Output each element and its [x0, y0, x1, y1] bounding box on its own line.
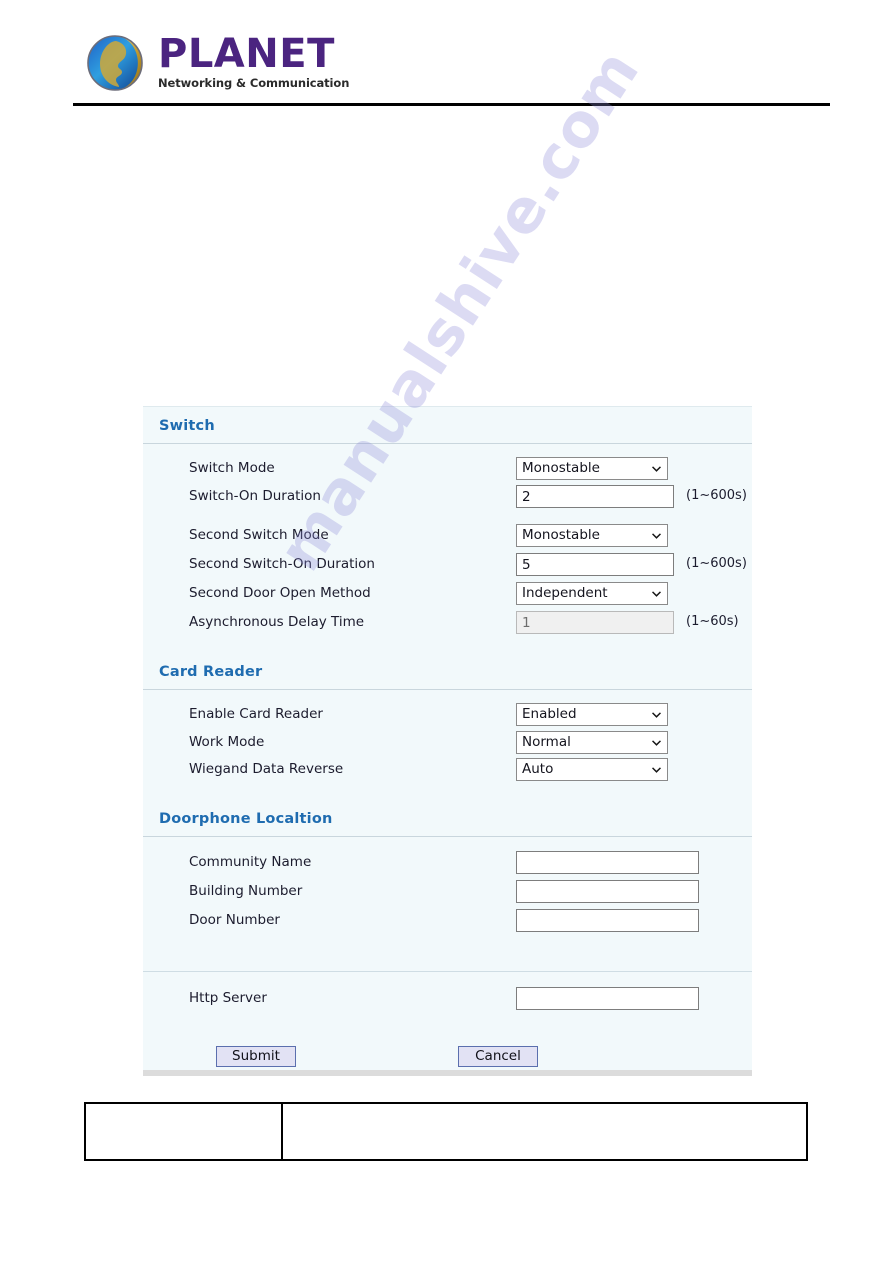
section-rule-card-reader	[143, 689, 752, 690]
brand-name: PLANET	[158, 31, 335, 77]
label-second-door-open-method: Second Door Open Method	[189, 585, 371, 601]
field-asynchronous-delay-time	[516, 611, 674, 634]
submit-button[interactable]: Submit	[216, 1046, 296, 1067]
input-switch-on-duration[interactable]	[516, 485, 674, 508]
bottom-table-divider	[281, 1104, 283, 1159]
row-switch-mode: Switch Mode Monostable	[143, 457, 752, 483]
field-switch-on-duration	[516, 485, 674, 508]
section-title-doorphone-location: Doorphone Localtion	[159, 811, 333, 827]
row-switch-on-duration: Switch-On Duration (1~600s)	[143, 485, 752, 511]
select-work-mode[interactable]: Normal	[516, 731, 668, 754]
section-title-card-reader: Card Reader	[159, 664, 263, 680]
input-asynchronous-delay-time	[516, 611, 674, 634]
field-switch-mode: Monostable	[516, 457, 668, 480]
switch-settings-panel: Switch Switch Mode Monostable Switch-On …	[143, 406, 752, 1076]
row-community-name: Community Name	[143, 851, 752, 877]
label-work-mode: Work Mode	[189, 734, 265, 750]
row-work-mode: Work Mode Normal	[143, 731, 752, 757]
cancel-button[interactable]: Cancel	[458, 1046, 538, 1067]
field-work-mode: Normal	[516, 731, 668, 754]
input-community-name[interactable]	[516, 851, 699, 874]
select-switch-mode[interactable]: Monostable	[516, 457, 668, 480]
section-title-switch: Switch	[159, 418, 215, 434]
label-building-number: Building Number	[189, 883, 303, 899]
label-asynchronous-delay-time: Asynchronous Delay Time	[189, 614, 365, 630]
select-second-door-open-method[interactable]: Independent	[516, 582, 668, 605]
field-community-name	[516, 851, 699, 874]
field-second-door-open-method: Independent	[516, 582, 668, 605]
input-second-switch-on-duration[interactable]	[516, 553, 674, 576]
row-asynchronous-delay-time: Asynchronous Delay Time (1~60s)	[143, 611, 752, 637]
select-enable-card-reader[interactable]: Enabled	[516, 703, 668, 726]
row-second-switch-mode: Second Switch Mode Monostable	[143, 524, 752, 550]
select-second-switch-mode[interactable]: Monostable	[516, 524, 668, 547]
planet-logo: PLANET Networking & Communication	[86, 28, 386, 98]
field-building-number	[516, 880, 699, 903]
header-divider	[73, 103, 830, 106]
label-http-server: Http Server	[189, 990, 267, 1006]
bottom-table	[84, 1102, 808, 1161]
field-wiegand-data-reverse: Auto	[516, 758, 668, 781]
label-switch-mode: Switch Mode	[189, 460, 275, 476]
label-second-switch-on-duration: Second Switch-On Duration	[189, 556, 375, 572]
row-enable-card-reader: Enable Card Reader Enabled	[143, 703, 752, 729]
row-http-server: Http Server	[143, 987, 752, 1013]
input-door-number[interactable]	[516, 909, 699, 932]
section-rule-doorphone-location	[143, 836, 752, 837]
logo-wordmark: PLANET Networking & Communication	[158, 34, 378, 94]
row-wiegand-data-reverse: Wiegand Data Reverse Auto	[143, 758, 752, 784]
field-http-server	[516, 987, 699, 1010]
brand-tagline: Networking & Communication	[158, 76, 350, 90]
select-wiegand-data-reverse[interactable]: Auto	[516, 758, 668, 781]
page-root: PLANET Networking & Communication Switch…	[0, 0, 893, 1263]
hint-switch-on-duration: (1~600s)	[686, 488, 747, 503]
label-second-switch-mode: Second Switch Mode	[189, 527, 329, 543]
label-wiegand-data-reverse: Wiegand Data Reverse	[189, 761, 344, 777]
row-door-number: Door Number	[143, 909, 752, 935]
section-rule-switch	[143, 443, 752, 444]
field-second-switch-mode: Monostable	[516, 524, 668, 547]
row-second-door-open-method: Second Door Open Method Independent	[143, 582, 752, 608]
label-community-name: Community Name	[189, 854, 312, 870]
label-switch-on-duration: Switch-On Duration	[189, 488, 321, 504]
hint-second-switch-on-duration: (1~600s)	[686, 556, 747, 571]
label-enable-card-reader: Enable Card Reader	[189, 706, 323, 722]
input-http-server[interactable]	[516, 987, 699, 1010]
field-second-switch-on-duration	[516, 553, 674, 576]
section-rule-http-server	[143, 971, 752, 972]
row-second-switch-on-duration: Second Switch-On Duration (1~600s)	[143, 553, 752, 579]
row-building-number: Building Number	[143, 880, 752, 906]
field-door-number	[516, 909, 699, 932]
field-enable-card-reader: Enabled	[516, 703, 668, 726]
input-building-number[interactable]	[516, 880, 699, 903]
label-door-number: Door Number	[189, 912, 280, 928]
planet-globe-logo-icon	[87, 35, 143, 91]
panel-bottom-bar	[143, 1070, 752, 1076]
hint-asynchronous-delay-time: (1~60s)	[686, 614, 739, 629]
